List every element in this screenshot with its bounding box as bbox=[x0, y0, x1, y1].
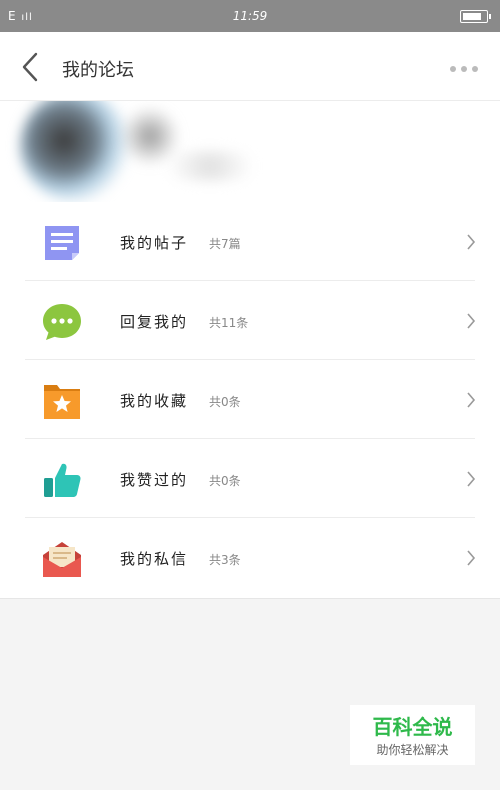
watermark-slogan: 助你轻松解决 bbox=[376, 743, 449, 757]
menu-item-my-posts[interactable]: 我的帖子 共7篇 bbox=[0, 202, 500, 281]
chat-bubble-icon bbox=[43, 304, 81, 340]
menu-label: 我赞过的 bbox=[120, 471, 189, 489]
chevron-right-icon bbox=[467, 313, 476, 329]
watermark-logo: 百科全说 助你轻松解决 bbox=[350, 705, 475, 765]
menu-label: 我的收藏 bbox=[120, 392, 189, 410]
back-button[interactable] bbox=[14, 50, 48, 84]
menu-item-favorites[interactable]: 我的收藏 共0条 bbox=[0, 360, 500, 439]
page-title: 我的论坛 bbox=[62, 60, 134, 81]
chevron-right-icon bbox=[467, 234, 476, 250]
menu-item-messages[interactable]: 我的私信 共3条 bbox=[0, 518, 500, 597]
envelope-icon bbox=[43, 542, 81, 577]
star-folder-icon bbox=[44, 385, 80, 419]
chevron-right-icon bbox=[467, 392, 476, 408]
avatar bbox=[20, 101, 130, 201]
battery-icon bbox=[460, 10, 491, 23]
forum-menu-list: 我的帖子 共7篇 回复我的 共11条 我的收藏 共0条 我赞过的 共0条 我的私… bbox=[0, 202, 500, 599]
more-dots-icon bbox=[450, 66, 478, 72]
menu-count: 共11条 bbox=[209, 316, 249, 330]
document-icon bbox=[45, 226, 79, 260]
menu-item-replies[interactable]: 回复我的 共11条 bbox=[0, 281, 500, 360]
chevron-right-icon bbox=[467, 550, 476, 566]
thumbs-up-icon bbox=[44, 463, 81, 497]
menu-label: 我的私信 bbox=[120, 550, 189, 568]
status-bar: E ıll 11:59 bbox=[0, 0, 500, 32]
menu-count: 共0条 bbox=[209, 474, 241, 488]
watermark-brand: 百科全说 bbox=[372, 715, 453, 739]
menu-item-liked[interactable]: 我赞过的 共0条 bbox=[0, 439, 500, 518]
nav-bar: 我的论坛 bbox=[0, 32, 500, 101]
menu-count: 共3条 bbox=[209, 553, 241, 567]
chevron-right-icon bbox=[467, 471, 476, 487]
status-time: 11:59 bbox=[232, 9, 268, 23]
menu-label: 我的帖子 bbox=[120, 234, 189, 252]
menu-count: 共7篇 bbox=[209, 237, 241, 251]
more-button[interactable] bbox=[448, 60, 480, 72]
blurred-info bbox=[150, 151, 270, 181]
menu-label: 回复我的 bbox=[120, 313, 189, 331]
chevron-left-icon bbox=[22, 52, 38, 82]
profile-header bbox=[0, 101, 500, 203]
menu-count: 共0条 bbox=[209, 395, 241, 409]
